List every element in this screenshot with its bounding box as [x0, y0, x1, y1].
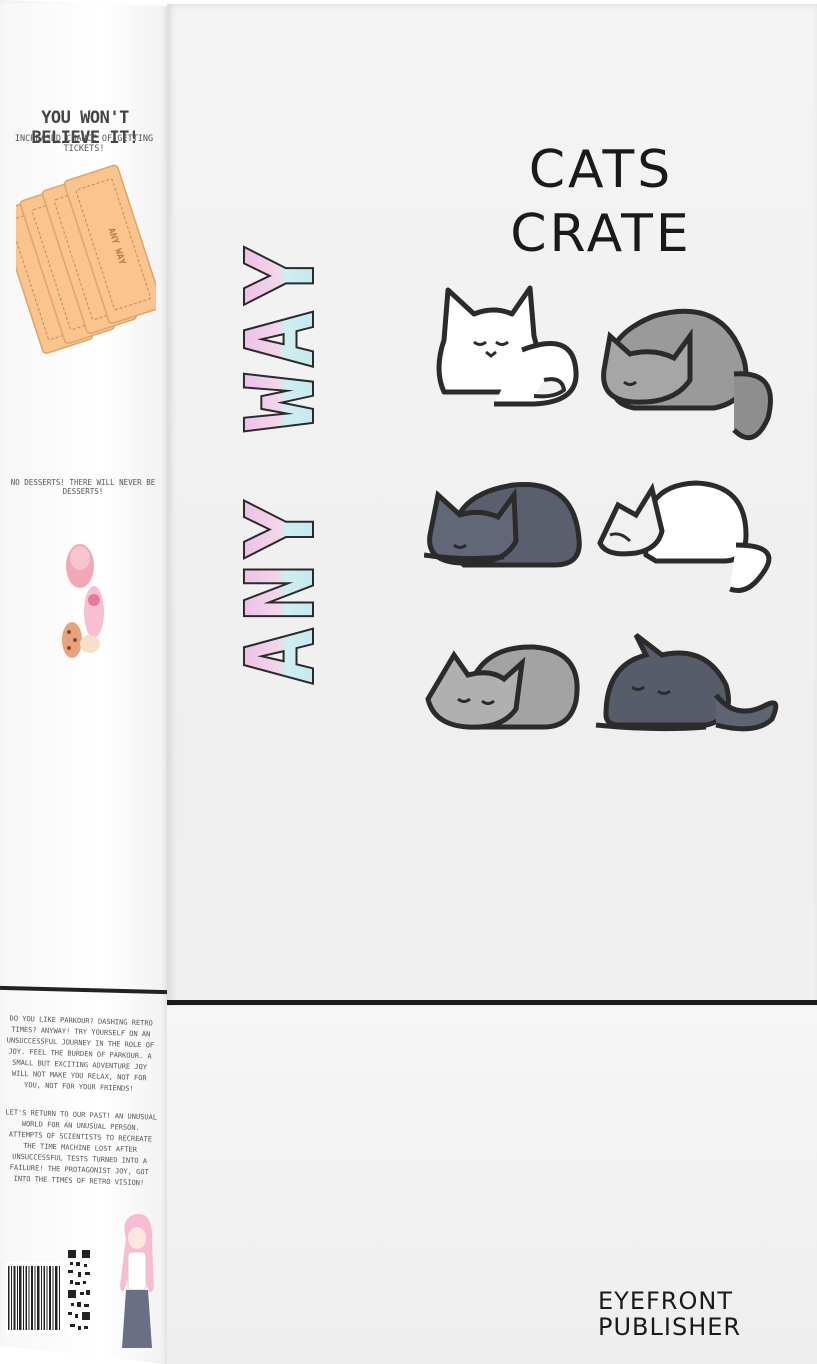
side-description-2: LET'S RETURN TO OUR PAST! AN UNUSUAL WOR… [5, 1108, 158, 1188]
cat-2 [601, 308, 773, 441]
product-title: CATS CRATE [470, 138, 732, 266]
side-dessert-line: NO DESSERTS! THERE WILL NEVER BE DESSERT… [10, 478, 156, 496]
cat-5 [425, 644, 580, 730]
publisher-name: EYEFRONT PUBLISHER [598, 1288, 788, 1340]
desserts-illustration [62, 544, 104, 658]
any-way-logo: ANY WAY [240, 238, 330, 686]
ticket-stack: ANY WAY [16, 164, 156, 355]
character-illustration [120, 1213, 154, 1348]
qr-code [66, 1248, 92, 1334]
publisher-line2: PUBLISHER [598, 1313, 742, 1341]
product-title-line1: CATS [528, 140, 674, 200]
publisher-line1: EYEFRONT [598, 1287, 733, 1315]
logo-text: ANY WAY [240, 240, 330, 684]
cats-illustration [424, 285, 779, 732]
game-box: YOU WON'T BELIEVE IT! INCREASED CHANCE O… [0, 0, 817, 1364]
front-divider-line [167, 1000, 817, 1005]
side-subheadline: INCREASED CHANCE OF GETTING TICKETS! [14, 134, 154, 154]
cat-4 [597, 480, 772, 593]
side-description-1: DO YOU LIKE PARKOUR? DASHING RETRO TIMES… [6, 1014, 155, 1093]
barcode [6, 1262, 64, 1334]
cat-1 [436, 285, 579, 407]
cat-3 [424, 481, 582, 568]
cat-6 [595, 633, 779, 732]
tickets-illustration: ANY WAY [16, 164, 156, 355]
product-title-line2: CRATE [510, 204, 692, 264]
